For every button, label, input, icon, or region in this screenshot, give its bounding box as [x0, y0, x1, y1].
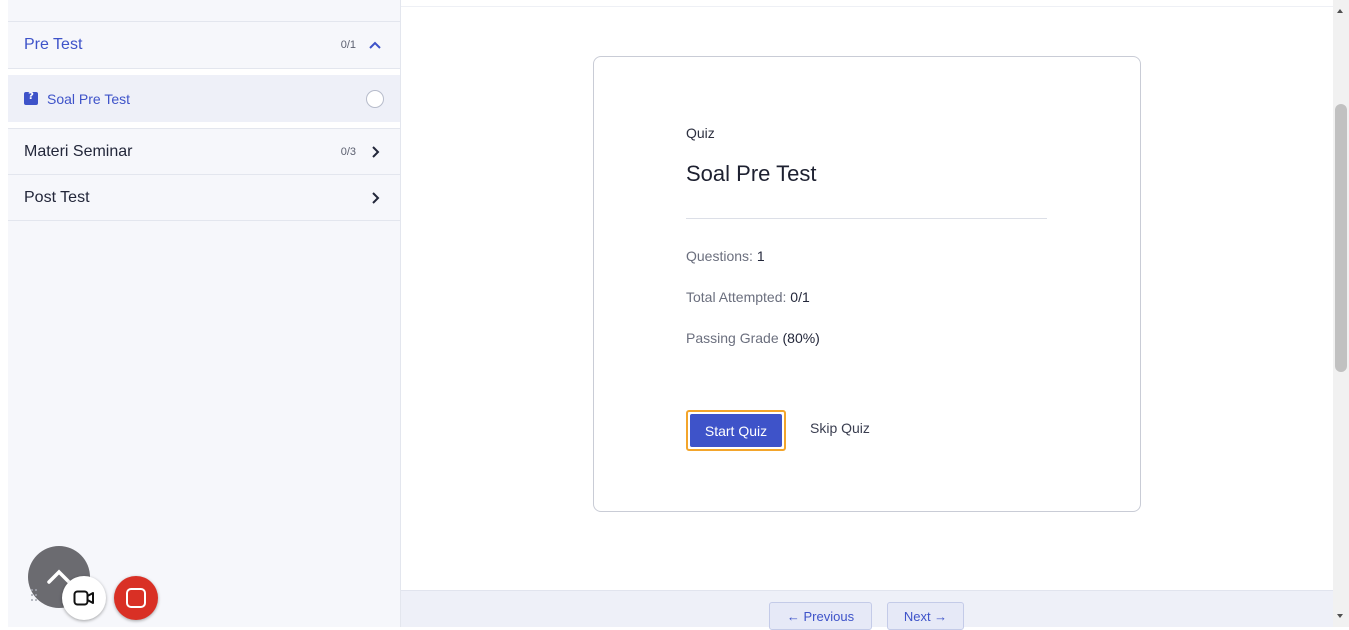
start-quiz-button[interactable]: Start Quiz: [686, 410, 786, 451]
chevron-up-icon[interactable]: [368, 38, 382, 52]
incomplete-circle-icon: [366, 89, 384, 108]
vertical-scrollbar[interactable]: [1333, 0, 1349, 627]
section-pre-test[interactable]: Pre Test 0/1: [8, 22, 400, 69]
questions-label: Questions:: [686, 248, 757, 264]
camera-toggle-button[interactable]: [62, 576, 106, 620]
app-window: Pre Test 0/1 Soal Pre Test Materi Semina…: [0, 0, 1349, 630]
course-sidebar: Pre Test 0/1 Soal Pre Test Materi Semina…: [8, 0, 401, 627]
passing-grade: Passing Grade (80%): [686, 330, 820, 346]
passing-value: (80%): [782, 330, 820, 346]
section-pre-test-lessons: Soal Pre Test: [8, 69, 400, 129]
scrollbar-thumb[interactable]: [1335, 104, 1347, 372]
section-meta: [368, 191, 382, 205]
attempted-label: Total Attempted:: [686, 289, 791, 305]
scroll-up-arrow-icon[interactable]: [1337, 9, 1343, 13]
scroll-down-arrow-icon[interactable]: [1337, 614, 1343, 618]
main-content: Quiz Soal Pre Test Questions: 1 Total At…: [401, 0, 1333, 630]
section-title: Post Test: [24, 188, 90, 206]
lesson-item-soal-pre-test[interactable]: Soal Pre Test: [8, 75, 400, 122]
section-title: Materi Seminar: [24, 142, 133, 160]
section-meta: 0/3: [341, 145, 382, 159]
stop-recording-button[interactable]: [114, 576, 158, 620]
sidebar-top-spacer: [8, 0, 400, 22]
quiz-title: Soal Pre Test: [686, 161, 817, 186]
camera-icon: [73, 590, 94, 606]
top-divider: [401, 6, 1333, 7]
questions-count: Questions: 1: [686, 248, 765, 264]
drag-handle-icon[interactable]: [31, 589, 39, 605]
questions-value: 1: [756, 248, 765, 264]
quiz-card: Quiz Soal Pre Test Questions: 1 Total At…: [593, 56, 1141, 512]
previous-button[interactable]: ← Previous: [769, 602, 872, 630]
start-quiz-label: Start Quiz: [690, 414, 782, 447]
skip-quiz-button[interactable]: Skip Quiz: [810, 420, 870, 436]
section-title: Pre Test: [24, 36, 83, 53]
stop-icon: [126, 588, 146, 608]
quiz-icon: [24, 91, 38, 105]
lesson-navigation-bar: ← Previous Next →: [401, 590, 1333, 630]
quiz-type-label: Quiz: [686, 125, 715, 141]
lesson-title: Soal Pre Test: [47, 90, 131, 107]
chevron-right-icon[interactable]: [368, 191, 382, 205]
section-post-test[interactable]: Post Test: [8, 175, 400, 221]
next-button[interactable]: Next →: [887, 602, 964, 630]
attempted-count: Total Attempted: 0/1: [686, 289, 810, 305]
section-progress-count: 0/3: [340, 145, 356, 158]
card-divider: [686, 218, 1047, 219]
lesson-label-group: Soal Pre Test: [24, 91, 130, 107]
passing-label: Passing Grade: [686, 330, 783, 346]
chevron-right-icon[interactable]: [368, 145, 382, 159]
attempted-value: 0/1: [790, 289, 810, 305]
section-progress-count: 0/1: [340, 39, 356, 51]
section-materi-seminar[interactable]: Materi Seminar 0/3: [8, 129, 400, 175]
section-meta: 0/1: [341, 38, 382, 52]
